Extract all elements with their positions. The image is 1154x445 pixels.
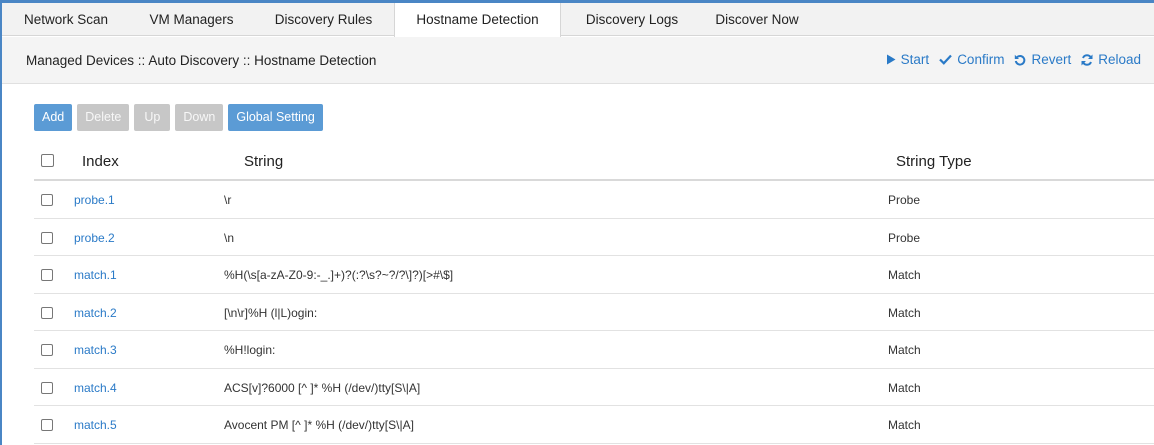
table-toolbar: Add Delete Up Down Global Setting — [34, 104, 323, 131]
table-header: Index String String Type — [34, 142, 1154, 181]
undo-icon — [1014, 54, 1026, 66]
row-index-link[interactable]: match.4 — [74, 381, 117, 395]
play-icon — [886, 54, 896, 65]
row-string-type: Match — [888, 305, 921, 320]
down-button[interactable]: Down — [175, 104, 224, 131]
row-string-type: Match — [888, 380, 921, 395]
select-all-checkbox[interactable] — [41, 154, 54, 167]
row-string: \n — [224, 230, 235, 245]
table-row: match.1 %H(\s[a-zA-Z0-9:-_.]+)?(:?\s?~?/… — [34, 256, 1154, 294]
refresh-icon — [1081, 53, 1093, 66]
row-string: ACS[v]?6000 [^ ]* %H (/dev/)tty[S\|A] — [224, 380, 421, 395]
add-button[interactable]: Add — [34, 104, 73, 131]
confirm-button[interactable]: Confirm — [939, 52, 1004, 67]
row-string: \r — [224, 193, 232, 207]
row-string: Avocent PM [^ ]* %H (/dev/)tty[S\|A] — [224, 418, 414, 432]
row-string-type: Probe — [888, 230, 921, 245]
table-body: probe.1 \r Probe probe.2 \n Probe match.… — [34, 181, 1154, 444]
tab-discovery-rules[interactable]: Discovery Rules — [253, 3, 394, 36]
page-actions: Start Confirm Revert Reload — [886, 52, 1141, 67]
row-index-link[interactable]: match.5 — [74, 418, 117, 432]
row-string: %H(\s[a-zA-Z0-9:-_.]+)?(:?\s?~?/?\]?)[>#… — [224, 268, 454, 282]
tab-discover-now[interactable]: Discover Now — [703, 3, 811, 36]
row-checkbox[interactable] — [41, 344, 53, 356]
reload-button[interactable]: Reload — [1081, 52, 1141, 67]
delete-button[interactable]: Delete — [77, 104, 130, 131]
table-row: match.5 Avocent PM [^ ]* %H (/dev/)tty[S… — [34, 406, 1154, 444]
table-row: match.2 [\n\r]%H (l|L)ogin: Match — [34, 294, 1154, 331]
row-checkbox[interactable] — [41, 231, 53, 244]
row-string: %H!login: — [224, 343, 276, 357]
row-index-link[interactable]: match.1 — [74, 268, 117, 282]
table-row: match.3 %H!login: Match — [34, 331, 1154, 369]
start-label: Start — [900, 52, 930, 67]
row-index-link[interactable]: probe.1 — [74, 193, 115, 207]
reload-label: Reload — [1098, 52, 1141, 67]
revert-label: Revert — [1031, 52, 1072, 67]
breadcrumb-bar: Managed Devices :: Auto Discovery :: Hos… — [2, 37, 1154, 84]
table-row: match.4 ACS[v]?6000 [^ ]* %H (/dev/)tty[… — [34, 369, 1154, 406]
tab-network-scan[interactable]: Network Scan — [2, 3, 130, 36]
start-button[interactable]: Start — [886, 52, 930, 67]
column-header-string-type[interactable]: String Type — [896, 153, 972, 170]
table-row: probe.2 \n Probe — [34, 219, 1154, 256]
confirm-label: Confirm — [957, 52, 1005, 67]
column-header-index[interactable]: Index — [82, 153, 119, 170]
tab-discovery-logs[interactable]: Discovery Logs — [561, 3, 703, 36]
row-index-link[interactable]: match.2 — [74, 306, 117, 320]
up-button[interactable]: Up — [134, 104, 171, 131]
revert-button[interactable]: Revert — [1014, 52, 1071, 67]
tab-vm-managers[interactable]: VM Managers — [130, 3, 253, 36]
row-string-type: Match — [888, 268, 921, 282]
row-checkbox[interactable] — [41, 269, 53, 281]
row-index-link[interactable]: probe.2 — [74, 231, 115, 245]
check-icon — [939, 54, 952, 65]
row-checkbox[interactable] — [41, 306, 53, 319]
row-string-type: Match — [888, 418, 921, 432]
row-string-type: Probe — [888, 193, 921, 207]
column-header-string[interactable]: String — [244, 153, 283, 170]
tab-bar: Network Scan VM Managers Discovery Rules… — [2, 3, 1154, 37]
row-string: [\n\r]%H (l|L)ogin: — [224, 305, 318, 320]
row-string-type: Match — [888, 343, 921, 357]
row-checkbox[interactable] — [41, 194, 53, 206]
tab-hostname-detection[interactable]: Hostname Detection — [394, 3, 561, 37]
row-checkbox[interactable] — [41, 381, 53, 394]
table-row: probe.1 \r Probe — [34, 181, 1154, 219]
row-checkbox[interactable] — [41, 419, 53, 431]
row-index-link[interactable]: match.3 — [74, 343, 117, 357]
breadcrumb: Managed Devices :: Auto Discovery :: Hos… — [26, 53, 377, 68]
global-setting-button[interactable]: Global Setting — [228, 104, 323, 131]
